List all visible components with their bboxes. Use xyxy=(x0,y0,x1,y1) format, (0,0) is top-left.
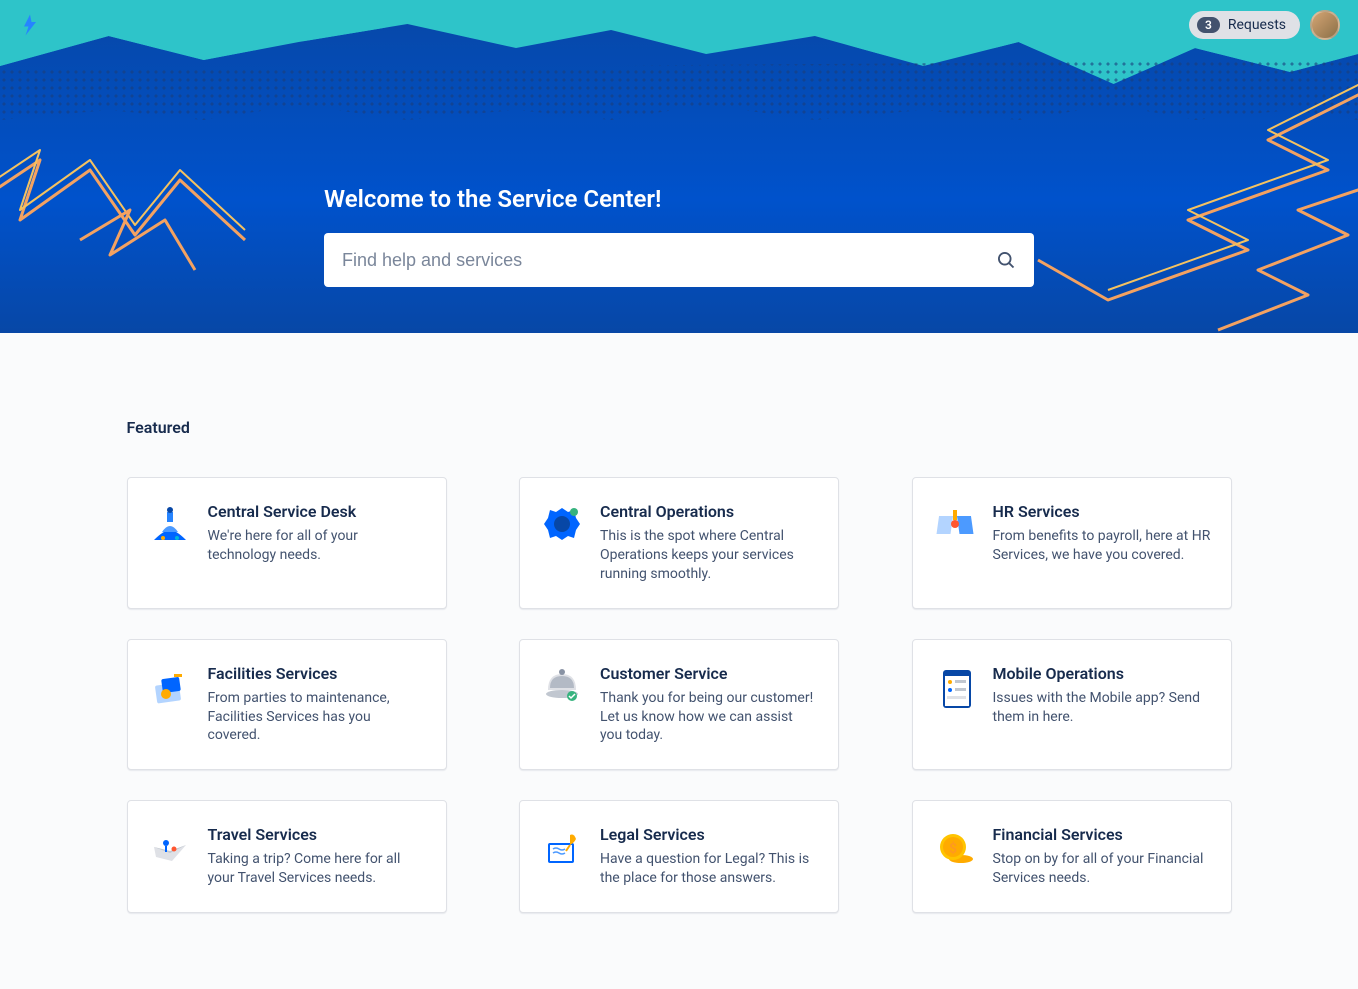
card-title: Central Service Desk xyxy=(208,502,426,521)
card-central-operations[interactable]: Central Operations This is the spot wher… xyxy=(519,477,839,609)
search-icon[interactable] xyxy=(996,250,1016,270)
card-body: Legal Services Have a question for Legal… xyxy=(600,825,818,888)
card-description: Taking a trip? Come here for all your Tr… xyxy=(208,850,426,888)
card-description: We're here for all of your technology ne… xyxy=(208,527,426,565)
card-facilities-services[interactable]: Facilities Services From parties to main… xyxy=(127,639,447,771)
financial-icon: $ xyxy=(933,825,977,869)
card-description: From benefits to payroll, here at HR Ser… xyxy=(993,527,1211,565)
featured-cards-grid: Central Service Desk We're here for all … xyxy=(127,477,1232,913)
hero-banner: 3 Requests Welcome to the Service Center… xyxy=(0,0,1358,333)
card-body: Travel Services Taking a trip? Come here… xyxy=(208,825,426,888)
card-legal-services[interactable]: Legal Services Have a question for Legal… xyxy=(519,800,839,913)
card-body: Central Operations This is the spot wher… xyxy=(600,502,818,584)
svg-text:$: $ xyxy=(948,840,956,857)
featured-heading: Featured xyxy=(127,418,1232,437)
header-right: 3 Requests xyxy=(1189,10,1340,40)
card-travel-services[interactable]: Travel Services Taking a trip? Come here… xyxy=(127,800,447,913)
main-content: Featured Central Service Desk We're here… xyxy=(127,333,1232,953)
card-body: Central Service Desk We're here for all … xyxy=(208,502,426,584)
operations-icon xyxy=(540,502,584,546)
card-title: Central Operations xyxy=(600,502,818,521)
card-body: Customer Service Thank you for being our… xyxy=(600,664,818,746)
hr-icon xyxy=(933,502,977,546)
card-title: Mobile Operations xyxy=(993,664,1211,683)
legal-icon xyxy=(540,825,584,869)
search-input[interactable] xyxy=(342,250,996,271)
card-central-service-desk[interactable]: Central Service Desk We're here for all … xyxy=(127,477,447,609)
card-title: Facilities Services xyxy=(208,664,426,683)
mobile-icon xyxy=(933,664,977,708)
card-body: Facilities Services From parties to main… xyxy=(208,664,426,746)
facilities-icon xyxy=(148,664,192,708)
requests-count-badge: 3 xyxy=(1197,17,1220,33)
card-customer-service[interactable]: Customer Service Thank you for being our… xyxy=(519,639,839,771)
requests-label: Requests xyxy=(1228,17,1286,33)
search-box[interactable] xyxy=(324,233,1034,287)
card-title: Financial Services xyxy=(993,825,1211,844)
card-financial-services[interactable]: $ Financial Services Stop on by for all … xyxy=(912,800,1232,913)
page-title: Welcome to the Service Center! xyxy=(324,185,1034,213)
service-desk-icon xyxy=(148,502,192,546)
card-hr-services[interactable]: HR Services From benefits to payroll, he… xyxy=(912,477,1232,609)
card-description: Have a question for Legal? This is the p… xyxy=(600,850,818,888)
card-body: Mobile Operations Issues with the Mobile… xyxy=(993,664,1211,746)
card-description: Stop on by for all of your Financial Ser… xyxy=(993,850,1211,888)
card-title: HR Services xyxy=(993,502,1211,521)
card-mobile-operations[interactable]: Mobile Operations Issues with the Mobile… xyxy=(912,639,1232,771)
card-title: Legal Services xyxy=(600,825,818,844)
card-title: Travel Services xyxy=(208,825,426,844)
travel-icon xyxy=(148,825,192,869)
requests-button[interactable]: 3 Requests xyxy=(1189,11,1300,39)
logo-icon[interactable] xyxy=(18,13,42,37)
customer-service-icon xyxy=(540,664,584,708)
avatar[interactable] xyxy=(1310,10,1340,40)
card-description: Thank you for being our customer! Let us… xyxy=(600,689,818,746)
card-title: Customer Service xyxy=(600,664,818,683)
header-bar: 3 Requests xyxy=(0,0,1358,50)
card-description: From parties to maintenance, Facilities … xyxy=(208,689,426,746)
card-description: Issues with the Mobile app? Send them in… xyxy=(993,689,1211,727)
card-body: Financial Services Stop on by for all of… xyxy=(993,825,1211,888)
card-body: HR Services From benefits to payroll, he… xyxy=(993,502,1211,584)
card-description: This is the spot where Central Operation… xyxy=(600,527,818,584)
